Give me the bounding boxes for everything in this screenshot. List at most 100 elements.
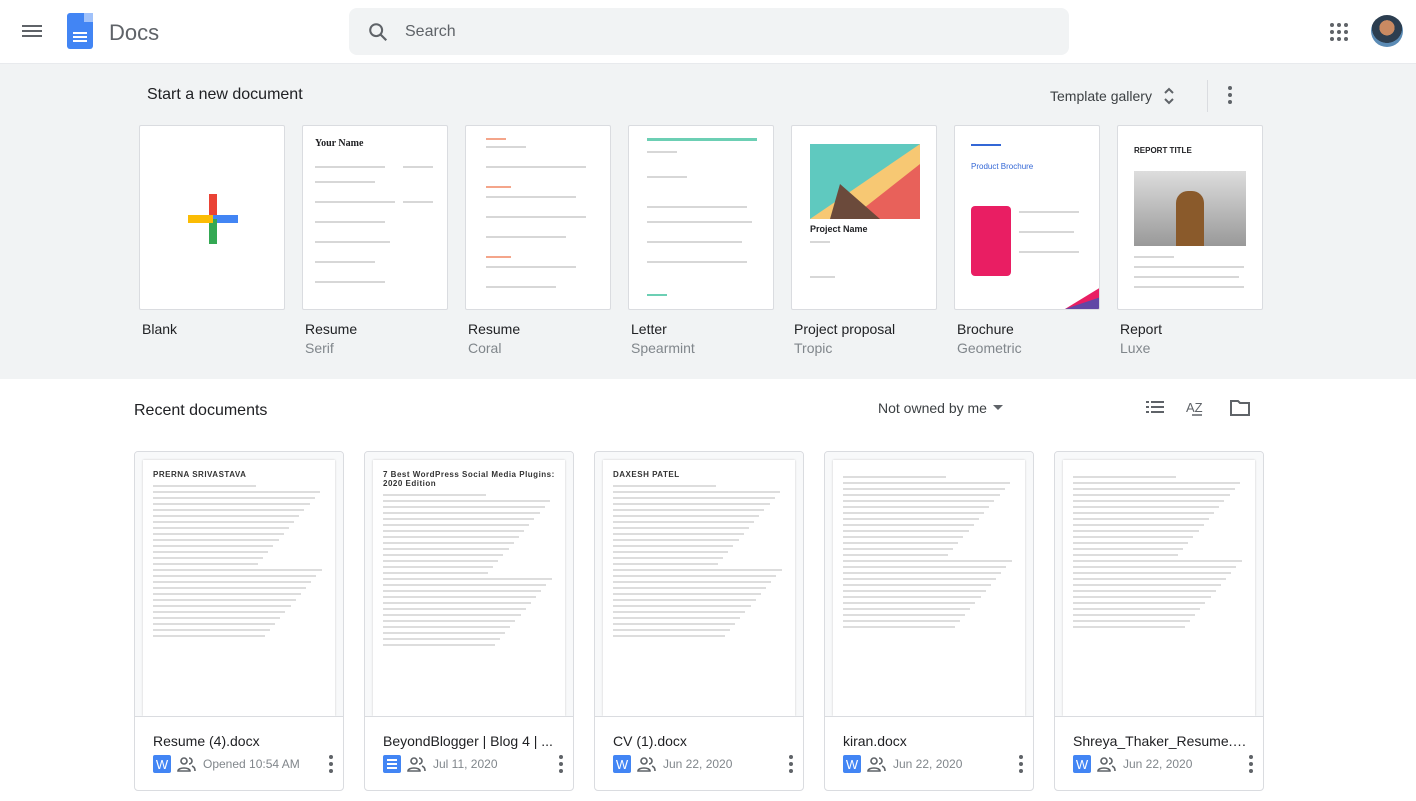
template-thumbnail[interactable]: Product Brochure	[954, 125, 1100, 310]
template-subtitle: Luxe	[1120, 340, 1151, 356]
recent-documents-title: Recent documents	[134, 402, 268, 419]
menu-icon[interactable]	[22, 22, 42, 42]
template-project-proposal[interactable]: Project Name Project proposal Tropic	[791, 125, 937, 356]
svg-text:AZ: AZ	[1186, 400, 1203, 415]
thumb-heading: Project Name	[810, 224, 868, 234]
template-resume-serif[interactable]: Your Name Resume Serif	[302, 125, 448, 356]
document-date: Jul 11, 2020	[433, 757, 498, 771]
template-subtitle: Serif	[305, 340, 334, 356]
template-name: Letter	[631, 321, 667, 337]
document-preview[interactable]	[825, 452, 1033, 717]
template-brochure[interactable]: Product Brochure Brochure Geometric	[954, 125, 1100, 356]
template-thumbnail[interactable]	[465, 125, 611, 310]
document-name[interactable]: CV (1).docx	[613, 733, 788, 749]
word-file-icon: W	[1073, 755, 1091, 773]
document-name[interactable]: kiran.docx	[843, 733, 1018, 749]
more-options-icon[interactable]	[559, 755, 563, 773]
template-gallery-button[interactable]: Template gallery	[1050, 86, 1176, 106]
preview-heading: DAXESH PATEL	[613, 470, 680, 479]
template-gallery-label: Template gallery	[1050, 88, 1152, 104]
shared-icon	[867, 757, 886, 772]
template-section: Start a new document Template gallery Bl…	[0, 64, 1416, 379]
thumb-heading: Product Brochure	[971, 162, 1034, 171]
document-meta: W Opened 10:54 AM	[153, 755, 333, 773]
template-name: Resume	[468, 321, 521, 337]
search-bar[interactable]	[349, 8, 1069, 55]
document-date: Jun 22, 2020	[1123, 757, 1193, 771]
more-options-icon[interactable]	[1228, 86, 1232, 104]
template-name: Project proposal	[794, 321, 896, 337]
section-title: Start a new document	[147, 86, 303, 103]
template-report-luxe[interactable]: REPORT TITLE Report Luxe	[1117, 125, 1263, 356]
search-icon[interactable]	[367, 21, 389, 43]
document-preview[interactable]	[1055, 452, 1263, 717]
shared-icon	[1097, 757, 1116, 772]
word-file-icon: W	[843, 755, 861, 773]
caret-down-icon	[992, 405, 1003, 410]
avatar[interactable]	[1371, 15, 1403, 47]
template-name: Brochure	[957, 321, 1014, 337]
document-meta: W Jun 22, 2020	[613, 755, 793, 773]
geometric-art	[810, 144, 920, 219]
shared-icon	[637, 757, 656, 772]
app-name[interactable]: Docs	[109, 20, 159, 46]
document-name[interactable]: Shreya_Thaker_Resume.d...	[1073, 733, 1248, 749]
top-bar: Docs	[0, 0, 1416, 64]
document-preview[interactable]: PRERNA SRIVASTAVA	[135, 452, 343, 717]
document-name[interactable]: Resume (4).docx	[153, 733, 328, 749]
template-thumbnail[interactable]	[139, 125, 285, 310]
search-input[interactable]	[405, 22, 1005, 41]
document-card[interactable]: PRERNA SRIVASTAVA Resume (4).docx W Open…	[134, 451, 344, 791]
template-name: Resume	[305, 321, 358, 337]
document-card[interactable]: DAXESH PATEL CV (1).docx W Jun 22, 2020	[594, 451, 804, 791]
docs-logo[interactable]	[67, 13, 93, 49]
more-options-icon[interactable]	[1019, 755, 1023, 773]
document-name[interactable]: BeyondBlogger | Blog 4 | ...	[383, 733, 558, 749]
template-subtitle: Tropic	[794, 340, 833, 356]
template-subtitle: Coral	[468, 340, 502, 356]
apps-grid-icon[interactable]	[1330, 23, 1348, 41]
plus-icon	[188, 194, 238, 244]
document-meta: W Jun 22, 2020	[843, 755, 1023, 773]
google-docs-icon	[383, 755, 401, 773]
document-date: Jun 22, 2020	[893, 757, 963, 771]
thumb-heading: Your Name	[315, 138, 364, 149]
more-options-icon[interactable]	[789, 755, 793, 773]
owner-filter-label: Not owned by me	[878, 400, 987, 416]
template-name: Report	[1120, 321, 1163, 337]
thumb-heading: REPORT TITLE	[1134, 146, 1192, 155]
more-options-icon[interactable]	[329, 755, 333, 773]
template-subtitle: Geometric	[957, 340, 1022, 356]
template-blank[interactable]: Blank	[139, 125, 285, 337]
document-meta: Jul 11, 2020	[383, 755, 563, 773]
more-options-icon[interactable]	[1249, 755, 1253, 773]
document-date: Opened 10:54 AM	[203, 757, 300, 771]
template-thumbnail[interactable]: Your Name	[302, 125, 448, 310]
word-file-icon: W	[613, 755, 631, 773]
preview-heading: PRERNA SRIVASTAVA	[153, 470, 247, 479]
document-date: Jun 22, 2020	[663, 757, 733, 771]
shared-icon	[177, 757, 196, 772]
document-card[interactable]: kiran.docx W Jun 22, 2020	[824, 451, 1034, 791]
document-card[interactable]: Shreya_Thaker_Resume.d... W Jun 22, 2020	[1054, 451, 1264, 791]
sort-az-icon[interactable]: AZ	[1186, 398, 1208, 418]
shared-icon	[407, 757, 426, 772]
template-resume-coral[interactable]: Resume Coral	[465, 125, 611, 356]
document-card[interactable]: 7 Best WordPress Social Media Plugins: 2…	[364, 451, 574, 791]
document-preview[interactable]: 7 Best WordPress Social Media Plugins: 2…	[365, 452, 573, 717]
document-meta: W Jun 22, 2020	[1073, 755, 1253, 773]
template-thumbnail[interactable]	[628, 125, 774, 310]
template-name: Blank	[142, 321, 178, 337]
folder-icon[interactable]	[1229, 398, 1251, 418]
word-file-icon: W	[153, 755, 171, 773]
owner-filter-dropdown[interactable]: Not owned by me	[878, 400, 1003, 416]
template-thumbnail[interactable]: Project Name	[791, 125, 937, 310]
list-view-icon[interactable]	[1145, 398, 1165, 418]
unfold-icon	[1164, 87, 1174, 105]
document-preview[interactable]: DAXESH PATEL	[595, 452, 803, 717]
preview-heading: 7 Best WordPress Social Media Plugins: 2…	[383, 470, 555, 488]
template-subtitle: Spearmint	[631, 340, 695, 356]
divider	[1207, 80, 1208, 112]
template-thumbnail[interactable]: REPORT TITLE	[1117, 125, 1263, 310]
template-letter-spearmint[interactable]: Letter Spearmint	[628, 125, 774, 356]
